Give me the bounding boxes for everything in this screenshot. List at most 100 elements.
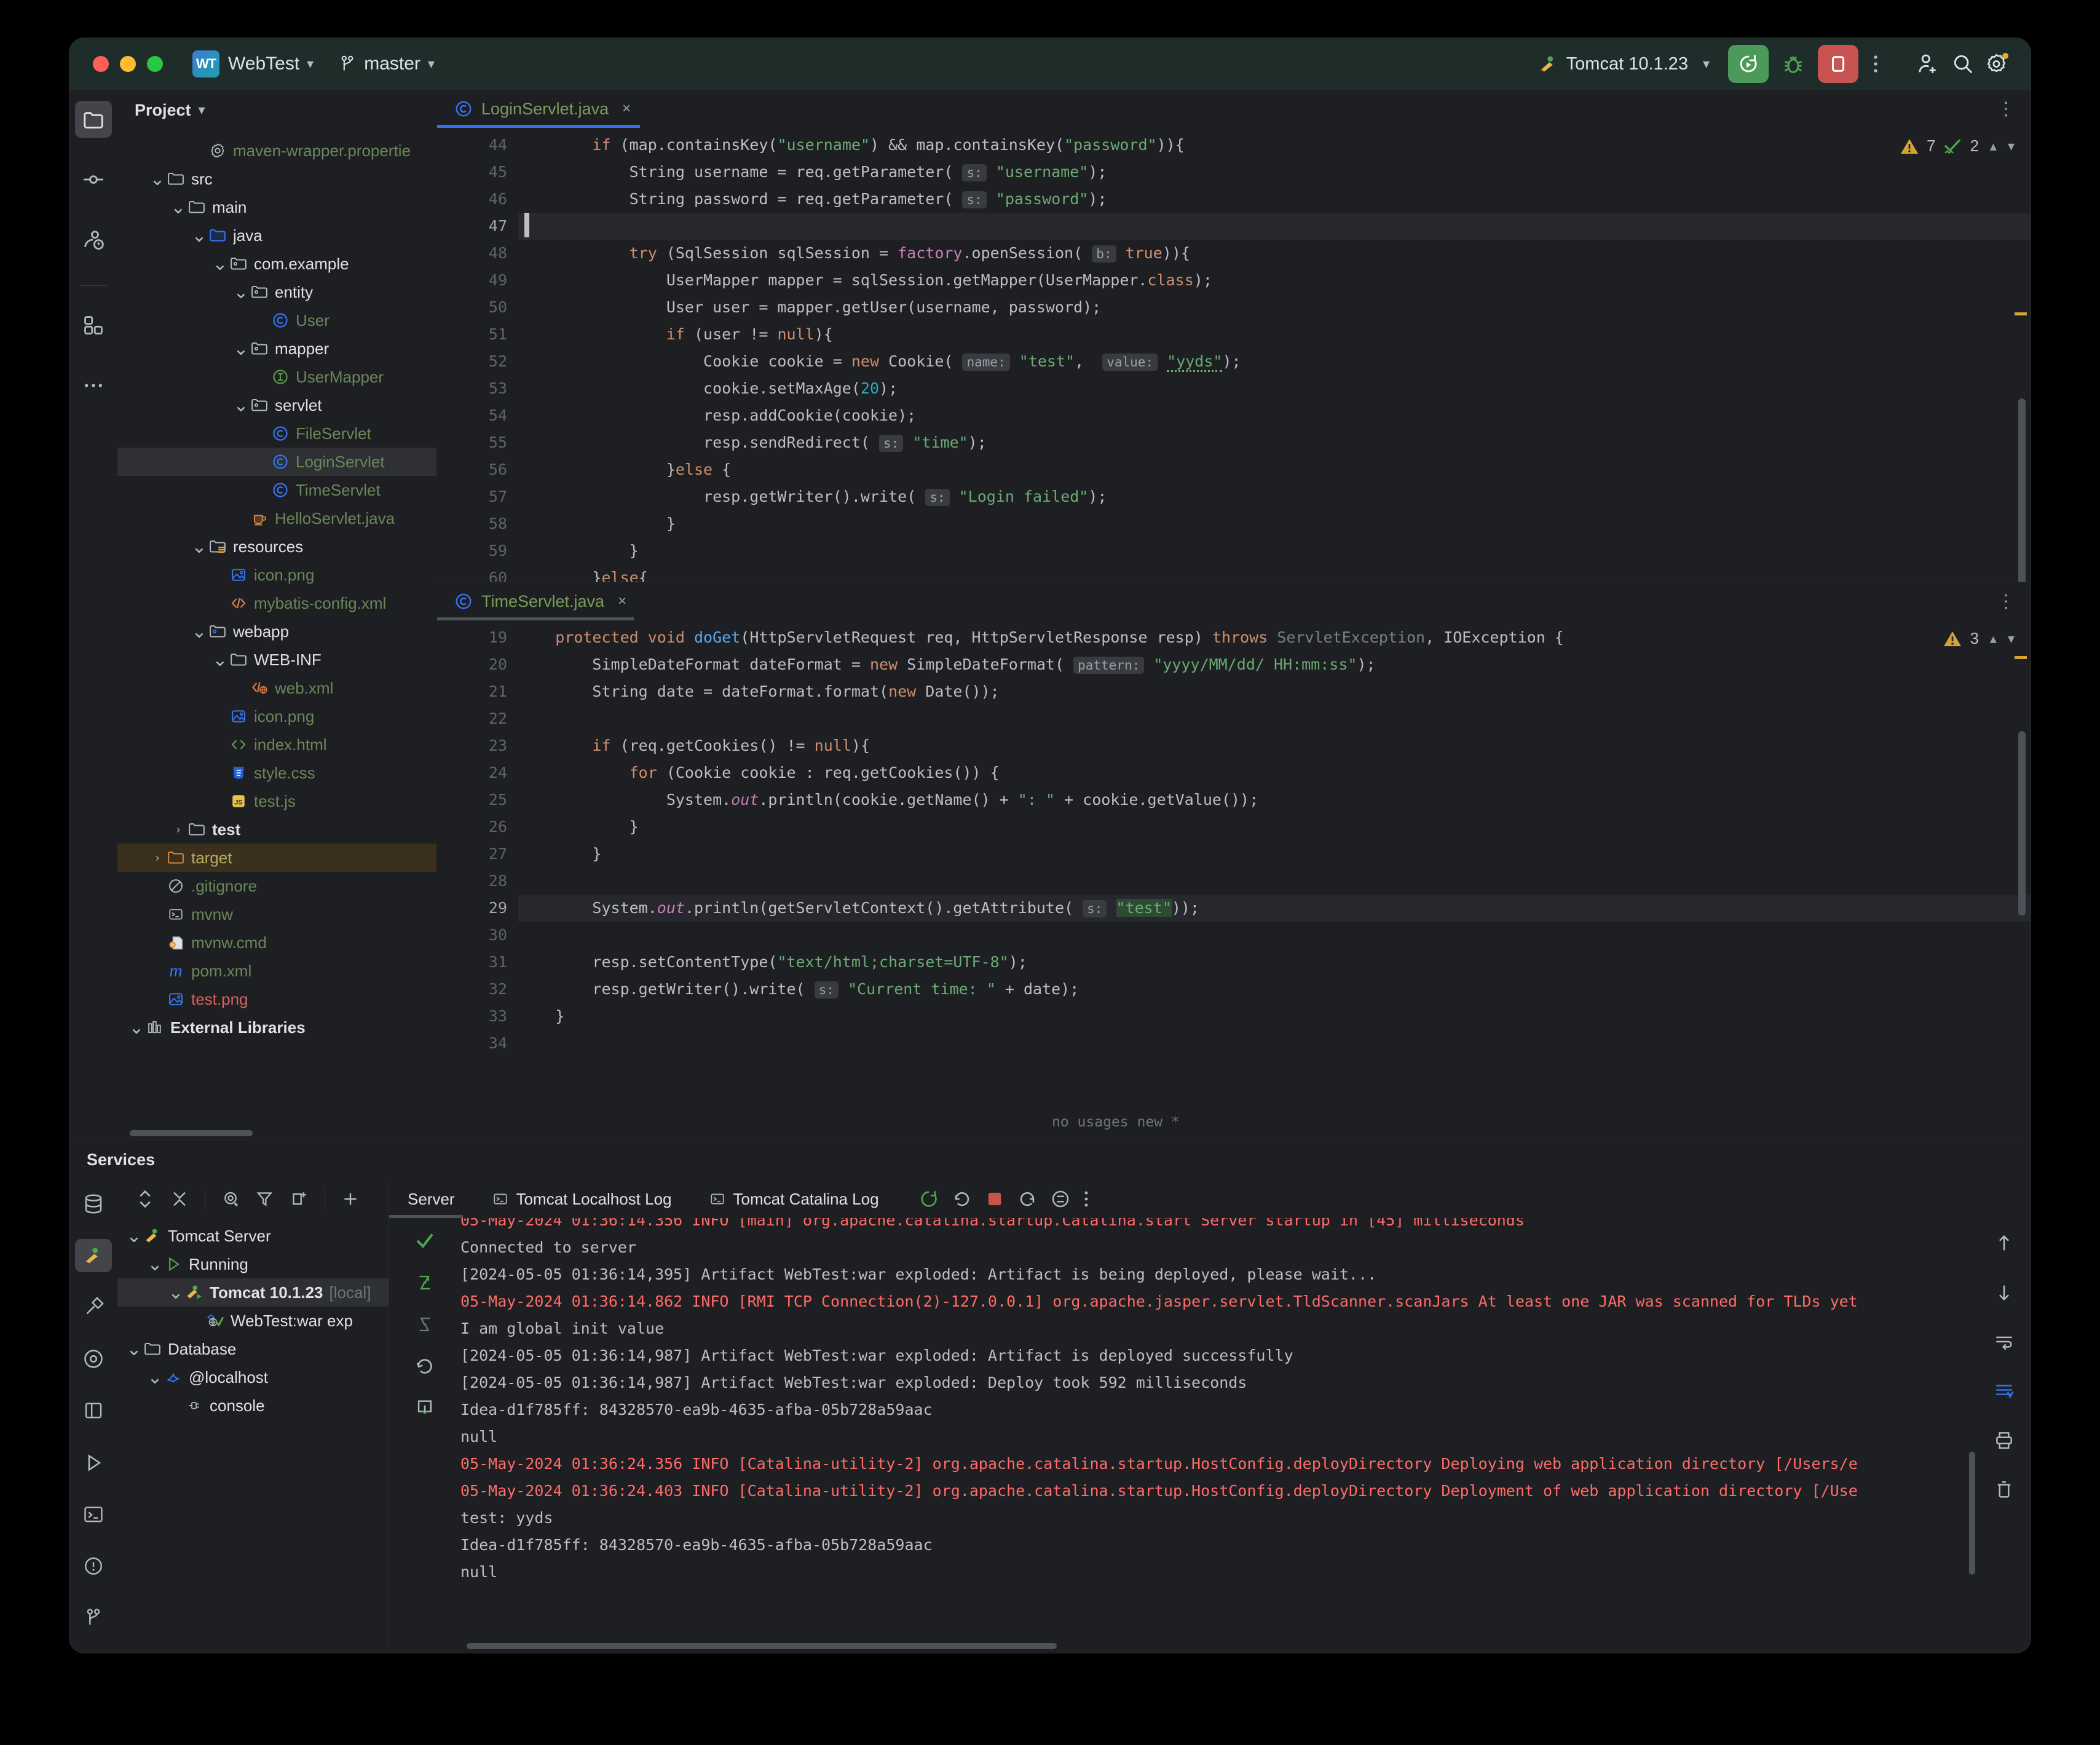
tree-item-gitignore[interactable]: .gitignore	[117, 872, 436, 900]
tree-item-external-libraries[interactable]: ⌄External Libraries	[117, 1013, 436, 1042]
service-tree-item-localhost[interactable]: ⌄@localhost	[117, 1363, 389, 1391]
sidebar-item-debug[interactable]	[75, 1342, 112, 1375]
dump-button[interactable]	[408, 1391, 441, 1425]
sidebar-item-version-control[interactable]	[75, 1601, 112, 1634]
tree-item-java[interactable]: ⌄java	[117, 221, 436, 250]
chevron-down-icon[interactable]: ⌄	[168, 1282, 184, 1304]
minimize-window-button[interactable]	[120, 56, 136, 72]
tree-item-style-css[interactable]: style.css	[117, 759, 436, 787]
chevron-down-icon[interactable]: ⌄	[126, 1339, 142, 1360]
console-horizontal-scrollbar[interactable]	[467, 1643, 1057, 1649]
sidebar-item-services[interactable]	[75, 1239, 112, 1272]
console-vertical-scrollbar[interactable]	[1969, 1452, 1975, 1575]
service-tree-item-database[interactable]: ⌄Database	[117, 1335, 389, 1363]
vertical-scrollbar-bottom[interactable]	[2018, 731, 2026, 916]
code-line[interactable]: }	[518, 537, 2031, 564]
chevron-down-icon[interactable]: ⌄	[212, 649, 228, 671]
chevron-down-icon[interactable]: ▾	[199, 102, 205, 118]
code-line[interactable]: for (Cookie cookie : req.getCookies()) {	[518, 759, 2031, 786]
code-line[interactable]: }	[518, 510, 2031, 537]
tree-item-src[interactable]: ⌄src	[117, 165, 436, 193]
sidebar-item-problems[interactable]	[75, 1549, 112, 1583]
code-line[interactable]: }else{	[518, 564, 2031, 582]
code-line[interactable]: String username = req.getParameter( s: "…	[518, 159, 2031, 186]
stop-square-icon[interactable]	[985, 1189, 1005, 1209]
tree-item-fileservlet[interactable]: FileServlet	[117, 419, 436, 448]
chevron-right-icon[interactable]: ›	[149, 852, 165, 865]
tree-item-user[interactable]: User	[117, 306, 436, 334]
tree-item-webapp[interactable]: ⌄webapp	[117, 617, 436, 646]
clear-all-button[interactable]	[1988, 1473, 2021, 1506]
code-line[interactable]: if (req.getCookies() != null){	[518, 732, 2031, 759]
console-text[interactable]: 05-May-2024 01:36:14.356 INFO [main] org…	[460, 1218, 1978, 1653]
chevron-down-icon[interactable]: ⌄	[126, 1225, 142, 1247]
stop-button[interactable]	[1818, 45, 1858, 83]
tree-item-resources[interactable]: ⌄resources	[117, 532, 436, 561]
code-line[interactable]: User user = mapper.getUser(username, pas…	[518, 294, 2031, 321]
code-line[interactable]	[518, 213, 2031, 240]
console-tab-tomcat-localhost-log[interactable]: Tomcat Localhost Log	[473, 1180, 690, 1218]
run-configuration-selector[interactable]: Tomcat 10.1.23 ▾	[1538, 54, 1710, 74]
redeploy-icon[interactable]	[1017, 1189, 1038, 1209]
branch-selector[interactable]: master ▾	[339, 53, 435, 74]
sidebar-item-plugins[interactable]	[75, 307, 112, 344]
sidebar-item-project[interactable]	[75, 101, 112, 138]
chevron-down-icon[interactable]: ⌄	[128, 1017, 144, 1039]
chevron-down-icon[interactable]: ⌄	[212, 253, 228, 275]
show-hide-button[interactable]	[215, 1184, 246, 1214]
horizontal-scrollbar[interactable]	[130, 1130, 253, 1136]
tree-item-mybatis-config-xml[interactable]: mybatis-config.xml	[117, 589, 436, 617]
more-vertical-icon[interactable]	[1083, 1189, 1089, 1209]
sidebar-item-database[interactable]	[75, 1187, 112, 1221]
prev-problem-button[interactable]: ▴	[1990, 138, 1997, 154]
tree-item-icon-png[interactable]: icon.png	[117, 702, 436, 730]
code-line[interactable]: SimpleDateFormat dateFormat = new Simple…	[518, 651, 2031, 678]
code-line[interactable]: System.out.println(cookie.getName() + ":…	[518, 786, 2031, 813]
code-line[interactable]: }	[518, 813, 2031, 841]
restart-icon[interactable]	[952, 1189, 973, 1209]
tree-item-web-inf[interactable]: ⌄WEB-INF	[117, 646, 436, 674]
tree-item-test-png[interactable]: test.png	[117, 985, 436, 1013]
next-problem-button[interactable]: ▾	[2008, 631, 2015, 647]
filter-button[interactable]	[250, 1184, 280, 1214]
code-line[interactable]	[518, 868, 2031, 895]
project-tree[interactable]: maven-wrapper.propertie⌄src⌄main⌄java⌄co…	[117, 130, 436, 1139]
maximize-window-button[interactable]	[147, 56, 163, 72]
sidebar-item-pull-requests[interactable]	[75, 221, 112, 258]
code-line[interactable]: resp.getWriter().write( s: "Login failed…	[518, 483, 2031, 510]
tree-item-test-js[interactable]: JStest.js	[117, 787, 436, 815]
more-actions-button[interactable]	[1858, 45, 1893, 83]
tree-item-servlet[interactable]: ⌄servlet	[117, 391, 436, 419]
tree-item-timeservlet[interactable]: TimeServlet	[117, 476, 436, 504]
tree-item-usermapper[interactable]: UserMapper	[117, 363, 436, 391]
scroll-down-button[interactable]	[1988, 1276, 2021, 1309]
chevron-down-icon[interactable]: ⌄	[233, 282, 249, 303]
console-output[interactable]: 05-May-2024 01:36:14.356 INFO [main] org…	[389, 1218, 2031, 1653]
chevron-down-icon[interactable]: ⌄	[233, 338, 249, 360]
service-tree-item-console[interactable]: console	[117, 1391, 389, 1420]
tab-timeservlet[interactable]: TimeServlet.java ×	[437, 582, 640, 620]
code-line[interactable]: if (map.containsKey("username") && map.c…	[518, 132, 2031, 159]
code-line[interactable]: }else {	[518, 456, 2031, 483]
tree-item-mvnw[interactable]: mvnw	[117, 900, 436, 928]
code-line[interactable]: Cookie cookie = new Cookie( name: "test"…	[518, 348, 2031, 375]
tree-item-pom-xml[interactable]: mpom.xml	[117, 957, 436, 985]
sidebar-item-commit[interactable]	[75, 161, 112, 198]
code-line[interactable]: if (user != null){	[518, 321, 2031, 348]
expand-collapse-button[interactable]	[130, 1184, 160, 1214]
code-text[interactable]: if (map.containsKey("username") && map.c…	[518, 128, 2031, 582]
chevron-down-icon[interactable]: ⌄	[147, 1367, 163, 1388]
settings-button[interactable]	[1980, 45, 2015, 83]
tree-item-com-example[interactable]: ⌄com.example	[117, 250, 436, 278]
prev-problem-button[interactable]: ▴	[1990, 631, 1997, 647]
close-icon[interactable]: ×	[622, 100, 631, 117]
tree-item-maven-wrapper-propertie[interactable]: maven-wrapper.propertie	[117, 137, 436, 165]
run-button[interactable]	[1728, 45, 1769, 83]
chevron-right-icon[interactable]: ›	[170, 823, 186, 836]
rerun-icon[interactable]	[918, 1189, 939, 1209]
code-line[interactable]: System.out.println(getServletContext().g…	[518, 895, 2031, 922]
chevron-down-icon[interactable]: ⌄	[191, 225, 207, 247]
code-line[interactable]: resp.setContentType("text/html;charset=U…	[518, 949, 2031, 976]
tab-loginservlet[interactable]: LoginServlet.java ×	[437, 90, 644, 128]
sidebar-item-notifications[interactable]	[75, 1394, 112, 1427]
